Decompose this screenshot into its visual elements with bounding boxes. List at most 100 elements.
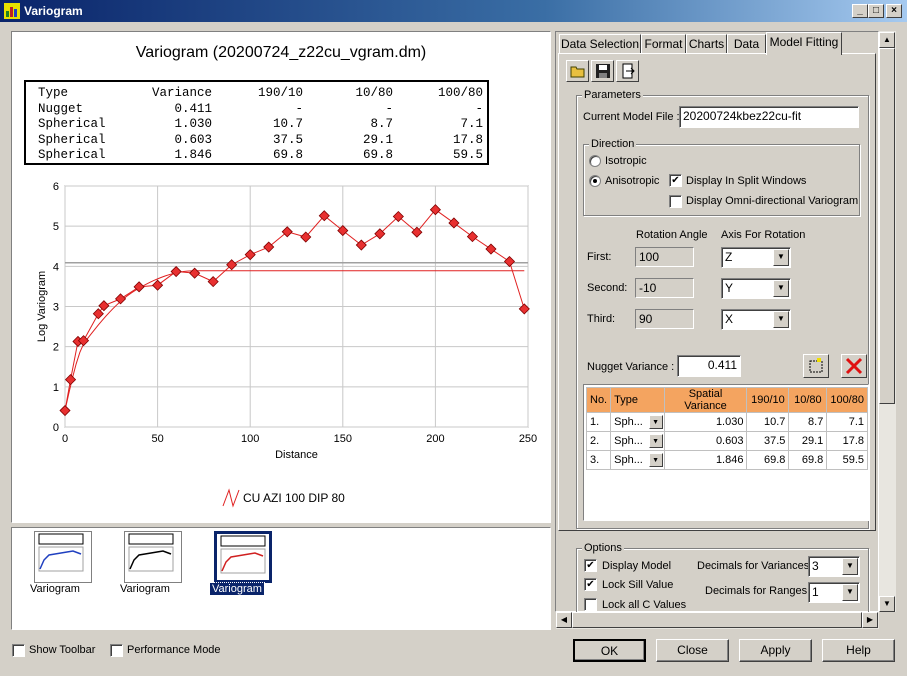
rotation-axis-select[interactable]: X ▼ xyxy=(721,309,791,330)
summary-cell: 69.8 xyxy=(272,148,303,162)
export-button[interactable] xyxy=(616,60,639,82)
summary-cell: Spherical xyxy=(38,132,106,147)
scroll-down-button[interactable]: ▼ xyxy=(879,596,895,612)
thumbnail-item[interactable] xyxy=(214,531,272,583)
structure-cell-text: 3. xyxy=(590,454,600,466)
structures-header-cell: No. xyxy=(585,387,612,413)
structure-cell[interactable]: 69.8 xyxy=(746,450,790,470)
thumbnail-label: Variogram xyxy=(120,583,170,595)
open-folder-button[interactable] xyxy=(566,60,589,82)
structure-cell[interactable]: 1.030 xyxy=(663,412,748,432)
split-windows-checkbox[interactable]: ✔ xyxy=(669,174,682,187)
rotation-axis-select[interactable]: Y ▼ xyxy=(721,278,791,299)
nugget-input[interactable]: 0.411 xyxy=(677,355,741,377)
structure-cell[interactable]: 17.8 xyxy=(826,431,868,451)
rotation-axis-select[interactable]: Z ▼ xyxy=(721,247,791,268)
display-model-checkbox[interactable]: ✔ xyxy=(584,559,597,572)
omni-checkbox[interactable] xyxy=(669,195,682,208)
structure-cell-text: 37.5 xyxy=(764,435,786,447)
structure-cell[interactable]: 8.7 xyxy=(788,412,828,432)
summary-header-cell: 10/80 xyxy=(355,86,393,100)
rotation-angle-field[interactable]: 90 xyxy=(635,309,694,329)
vertical-scroll-thumb[interactable] xyxy=(879,48,895,404)
summary-header-cell: 190/10 xyxy=(257,86,303,100)
x-tick-label: 250 xyxy=(519,433,537,445)
open-folder-icon xyxy=(570,66,584,78)
close-button[interactable]: Close xyxy=(656,639,729,662)
close-window-button[interactable]: × xyxy=(886,4,902,18)
help-button[interactable]: Help xyxy=(822,639,895,662)
tab-format[interactable]: Format xyxy=(641,34,686,54)
anisotropic-radio[interactable] xyxy=(589,175,601,187)
tab-model-fitting[interactable]: Model Fitting xyxy=(766,32,842,55)
tab-charts[interactable]: Charts xyxy=(686,34,727,54)
tab-data-selection[interactable]: Data Selection xyxy=(559,34,641,54)
summary-cell: 8.7 xyxy=(370,117,393,131)
parameters-group-label: Parameters xyxy=(582,89,643,101)
maximize-button[interactable]: □ xyxy=(868,4,884,18)
minimize-icon: _ xyxy=(857,5,863,16)
structure-cell[interactable]: 29.1 xyxy=(788,431,828,451)
scroll-left-button[interactable]: ◀ xyxy=(556,612,572,628)
thumbnail-item[interactable] xyxy=(124,531,182,583)
checkmark-icon: ✔ xyxy=(586,560,595,571)
summary-header-cell: Type xyxy=(38,86,69,100)
performance-mode-checkbox[interactable] xyxy=(110,644,123,657)
ok-button[interactable]: OK xyxy=(573,639,646,662)
structure-cell-text: Sph... xyxy=(614,416,643,428)
lock-sill-checkbox[interactable]: ✔ xyxy=(584,578,597,591)
structure-type-select[interactable]: Sph... ▼ xyxy=(610,431,665,451)
isotropic-radio[interactable] xyxy=(589,155,601,167)
export-icon xyxy=(622,63,635,79)
structure-type-select[interactable]: Sph... ▼ xyxy=(610,412,665,432)
structure-cell[interactable]: 1. xyxy=(585,412,612,432)
structure-cell[interactable]: 37.5 xyxy=(746,431,790,451)
rotation-row-label: First: xyxy=(587,251,612,263)
structures-table: No. Type Spatial Variance 190/10 10/80 100/80… xyxy=(585,387,868,470)
structure-cell-text: 0.603 xyxy=(715,435,744,447)
horizontal-scroll-thumb[interactable] xyxy=(572,612,862,628)
structure-cell-text: 1.030 xyxy=(715,416,744,428)
table-row[interactable]: 3. Sph... ▼ 1.846 69.8 69.8 59.5 xyxy=(585,450,868,470)
table-row[interactable]: 1. Sph... ▼ 1.030 10.7 8.7 7.1 xyxy=(585,412,868,432)
structure-cell[interactable]: 10.7 xyxy=(746,412,790,432)
thumbnail-item[interactable] xyxy=(34,531,92,583)
summary-cell: 0.603 xyxy=(174,132,212,147)
structure-cell[interactable]: 59.5 xyxy=(826,450,868,470)
decimals-variances-label: Decimals for Variances xyxy=(697,560,810,572)
structure-cell[interactable]: 69.8 xyxy=(788,450,828,470)
y-tick-label: 3 xyxy=(53,302,59,314)
structure-cell[interactable]: 7.1 xyxy=(826,412,868,432)
show-toolbar-checkbox[interactable] xyxy=(12,644,25,657)
scroll-right-button[interactable]: ▶ xyxy=(862,612,878,628)
structure-cell[interactable]: 0.603 xyxy=(663,431,748,451)
rotation-angle-field[interactable]: -10 xyxy=(635,278,694,298)
structure-type-select[interactable]: Sph... ▼ xyxy=(610,450,665,470)
add-structure-button[interactable] xyxy=(803,354,829,378)
structure-cell[interactable]: 2. xyxy=(585,431,612,451)
x-axis-label: Distance xyxy=(275,449,318,461)
save-button[interactable] xyxy=(591,60,614,82)
decimals-ranges-label: Decimals for Ranges xyxy=(705,585,808,597)
decimals-variances-select[interactable]: 3 ▼ xyxy=(808,556,860,577)
model-file-input[interactable]: 20200724kbez22cu-fit xyxy=(679,106,859,128)
scroll-up-button[interactable]: ▲ xyxy=(879,32,895,48)
checkmark-icon: ✔ xyxy=(671,175,680,186)
structures-header-cell: 10/80 xyxy=(788,387,828,413)
apply-button[interactable]: Apply xyxy=(739,639,812,662)
lock-all-c-checkbox[interactable] xyxy=(584,598,597,611)
x-tick-label: 100 xyxy=(241,433,259,445)
structure-cell[interactable]: 3. xyxy=(585,450,612,470)
structure-cell-text: 69.8 xyxy=(801,454,824,466)
delete-structure-button[interactable] xyxy=(841,354,867,378)
table-row[interactable]: 2. Sph... ▼ 0.603 37.5 29.1 17.8 xyxy=(585,431,868,451)
minimize-button[interactable]: _ xyxy=(852,4,868,18)
decimals-ranges-select[interactable]: 1 ▼ xyxy=(808,582,860,603)
tab-data[interactable]: Data xyxy=(727,34,766,54)
rotation-angle-field[interactable]: 100 xyxy=(635,247,694,267)
thumbnail-label: Variogram xyxy=(209,582,265,596)
chart-title: Variogram (20200724_z22cu_vgram.dm) xyxy=(135,44,427,61)
chevron-down-icon: ▼ xyxy=(842,584,858,601)
lock-sill-label: Lock Sill Value xyxy=(602,579,674,591)
structure-cell[interactable]: 1.846 xyxy=(663,450,748,470)
